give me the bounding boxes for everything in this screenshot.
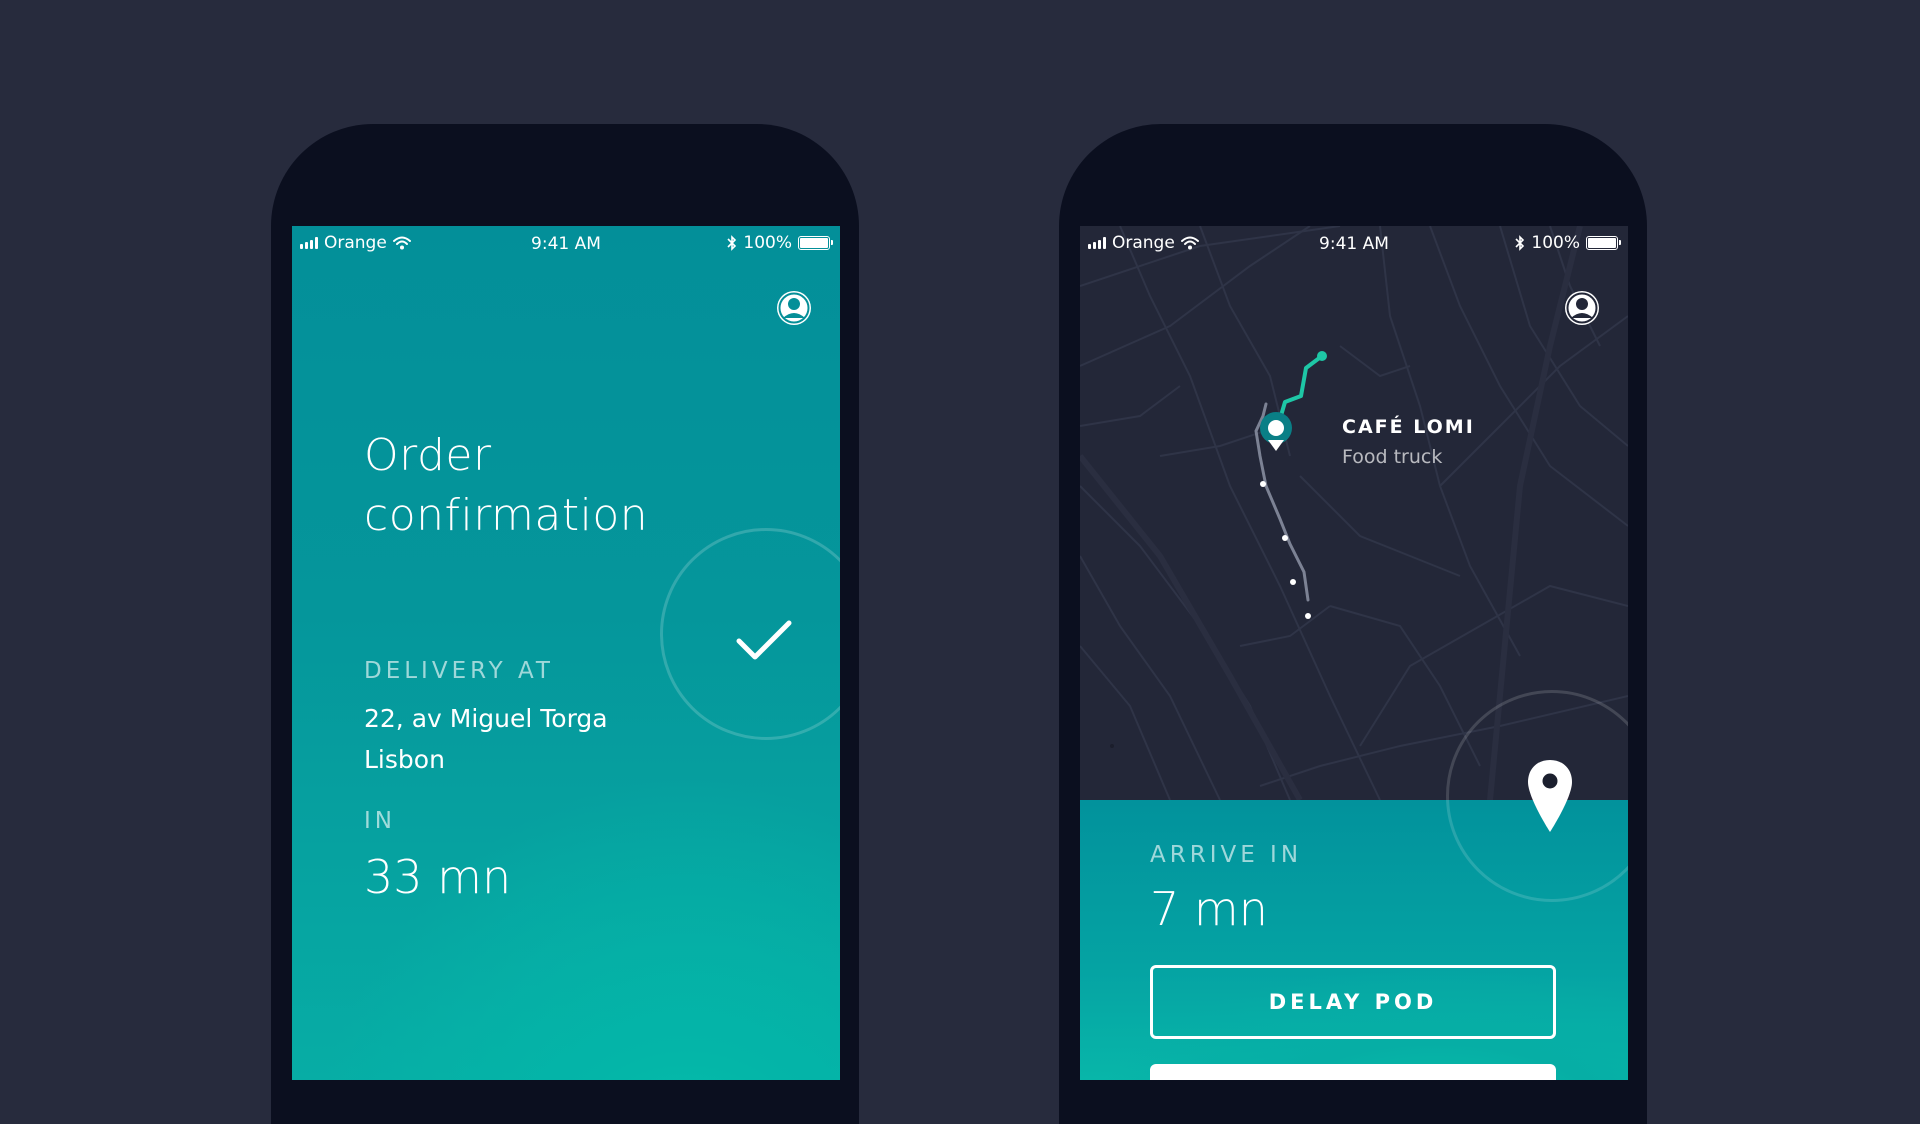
address-city: Lisbon xyxy=(364,745,445,774)
delivery-at-label: DELIVERY AT xyxy=(364,658,554,684)
status-bar: Orange 9:41 AM 100% xyxy=(1080,226,1628,260)
bluetooth-icon xyxy=(1515,235,1525,251)
delivery-address: 22, av Miguel Torga Lisbon xyxy=(364,698,608,780)
battery-icon xyxy=(1586,236,1621,250)
map-pin-icon[interactable] xyxy=(1526,758,1574,834)
checkmark-icon xyxy=(736,620,792,660)
eta-value: 33 mn xyxy=(364,850,512,904)
order-confirmation-screen: Orange 9:41 AM 100% Order confirmation D… xyxy=(292,226,840,1080)
delay-pod-button[interactable]: DELAY POD xyxy=(1150,965,1556,1039)
address-street: 22, av Miguel Torga xyxy=(364,704,608,733)
in-label: IN xyxy=(364,808,396,834)
arrive-in-label: ARRIVE IN xyxy=(1150,842,1303,868)
status-bar: Orange 9:41 AM 100% xyxy=(292,226,840,260)
profile-icon[interactable] xyxy=(1564,290,1600,326)
place-name[interactable]: CAFÉ LOMI xyxy=(1342,416,1475,438)
place-type: Food truck xyxy=(1342,446,1443,468)
battery-percent: 100% xyxy=(1531,233,1580,253)
arrive-eta-value: 7 mn xyxy=(1150,882,1268,936)
page-title: Order confirmation xyxy=(364,430,649,541)
profile-icon[interactable] xyxy=(776,290,812,326)
secondary-button[interactable] xyxy=(1150,1064,1556,1080)
delivery-tracking-screen: Orange 9:41 AM 100% CAFÉ LOMI Food truck… xyxy=(1080,226,1628,1080)
battery-percent: 100% xyxy=(743,233,792,253)
battery-icon xyxy=(798,236,833,250)
bluetooth-icon xyxy=(727,235,737,251)
